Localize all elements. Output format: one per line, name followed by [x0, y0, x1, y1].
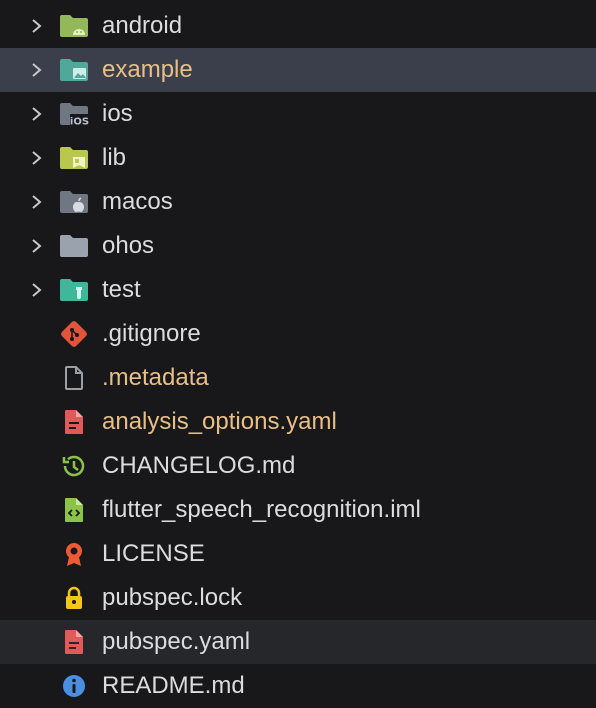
tree-item-example[interactable]: example — [0, 48, 596, 92]
iml-file-icon — [58, 497, 90, 523]
chevron-right-icon[interactable] — [27, 16, 47, 36]
chevron-right-icon[interactable] — [27, 60, 47, 80]
yaml-icon — [58, 409, 90, 435]
tree-item-label: example — [102, 56, 193, 83]
info-icon — [58, 673, 90, 699]
tree-item-readme[interactable]: README.md — [0, 664, 596, 708]
chevron-right-icon[interactable] — [27, 236, 47, 256]
tree-item-label: pubspec.lock — [102, 584, 243, 611]
svg-text:iOS: iOS — [70, 117, 89, 128]
folder-android-icon — [58, 13, 90, 39]
chevron-right-icon[interactable] — [27, 104, 47, 124]
tree-item-label: LICENSE — [102, 540, 205, 567]
tree-item-changelog[interactable]: CHANGELOG.md — [0, 444, 596, 488]
tree-item-label: flutter_speech_recognition.iml — [102, 496, 421, 523]
git-icon — [58, 321, 90, 347]
chevron-right-icon[interactable] — [27, 148, 47, 168]
tree-item-label: ios — [102, 100, 133, 127]
folder-test-icon — [58, 277, 90, 303]
chevron-right-icon[interactable] — [27, 280, 47, 300]
tree-item-iml[interactable]: flutter_speech_recognition.iml — [0, 488, 596, 532]
chevron-right-icon[interactable] — [27, 192, 47, 212]
tree-item-test[interactable]: test — [0, 268, 596, 312]
tree-item-macos[interactable]: macos — [0, 180, 596, 224]
tree-item-license[interactable]: LICENSE — [0, 532, 596, 576]
tree-item-pubspec-yaml[interactable]: pubspec.yaml — [0, 620, 596, 664]
folder-ios-icon: iOS — [58, 101, 90, 127]
tree-item-ohos[interactable]: ohos — [0, 224, 596, 268]
tree-item-label: android — [102, 12, 183, 39]
yaml-icon — [58, 629, 90, 655]
tree-item-label: test — [102, 276, 141, 303]
tree-item-pubspec-lock[interactable]: pubspec.lock — [0, 576, 596, 620]
tree-item-metadata[interactable]: .metadata — [0, 356, 596, 400]
lock-icon — [58, 585, 90, 611]
tree-item-label: analysis_options.yaml — [102, 408, 337, 435]
tree-item-lib[interactable]: lib — [0, 136, 596, 180]
folder-icon — [58, 233, 90, 259]
file-icon — [58, 365, 90, 391]
tree-item-label: lib — [102, 144, 127, 171]
folder-example-icon — [58, 57, 90, 83]
changelog-icon — [58, 453, 90, 479]
tree-item-analysis-options[interactable]: analysis_options.yaml — [0, 400, 596, 444]
tree-item-label: .metadata — [102, 364, 209, 391]
tree-item-label: .gitignore — [102, 320, 201, 347]
tree-item-label: macos — [102, 188, 173, 215]
folder-lib-icon — [58, 145, 90, 171]
tree-item-ios[interactable]: iOS ios — [0, 92, 596, 136]
tree-item-android[interactable]: android — [0, 4, 596, 48]
license-icon — [58, 541, 90, 567]
file-explorer-tree: android example iOS ios lib macos ohos t… — [0, 0, 596, 708]
tree-item-label: CHANGELOG.md — [102, 452, 296, 479]
tree-item-label: ohos — [102, 232, 155, 259]
tree-item-label: pubspec.yaml — [102, 628, 251, 655]
folder-macos-icon — [58, 189, 90, 215]
tree-item-label: README.md — [102, 672, 245, 699]
tree-item-gitignore[interactable]: .gitignore — [0, 312, 596, 356]
